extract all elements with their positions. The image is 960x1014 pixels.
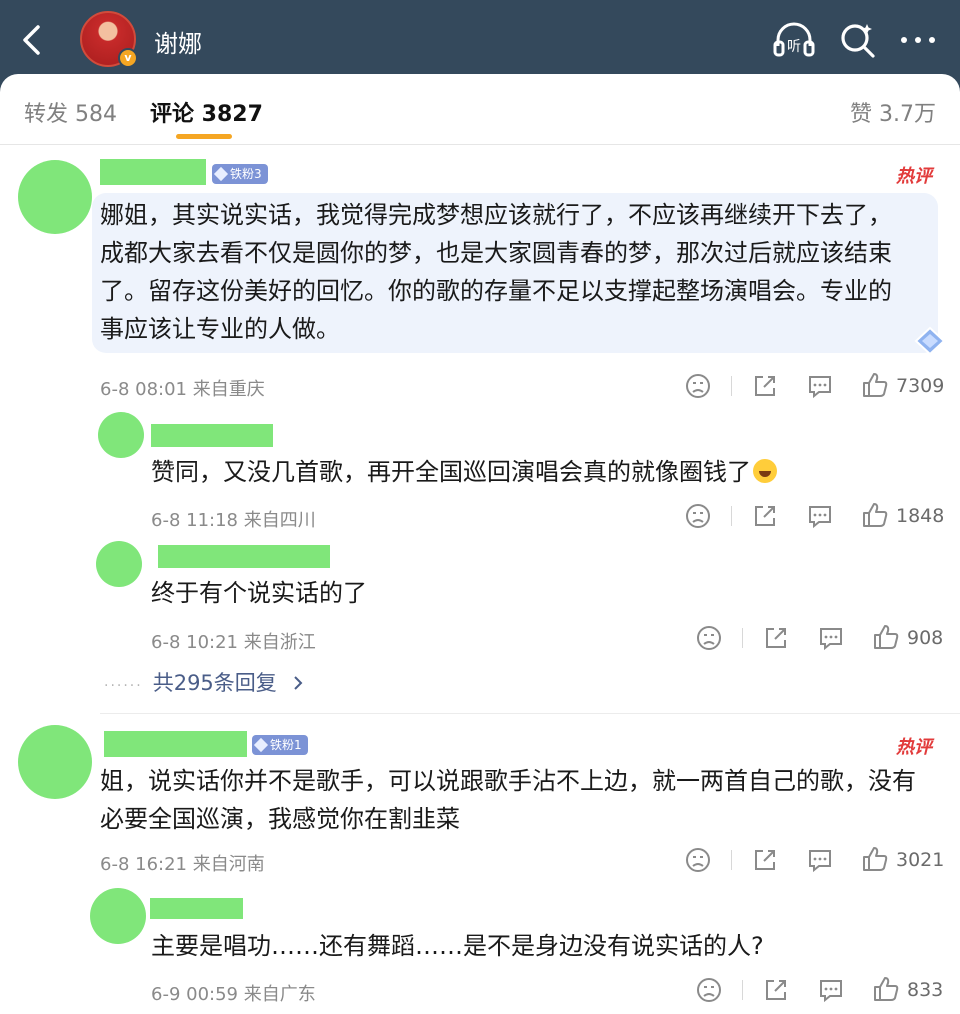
share-icon[interactable]: [750, 501, 780, 531]
gem-icon: [253, 737, 269, 753]
tab-reposts[interactable]: 转发 584: [24, 96, 117, 128]
like-count: 908: [907, 627, 944, 649]
reply-text: 终于有个说实话的了: [151, 579, 367, 607]
reply-text: 主要是唱功……还有舞蹈……是不是身边没有说实话的人?: [151, 932, 764, 960]
replier-name-redacted[interactable]: [150, 898, 243, 919]
replier-name-redacted[interactable]: [151, 424, 273, 447]
like-icon[interactable]: [860, 370, 890, 400]
divider: [742, 980, 743, 1000]
comment-meta: 6-8 08:01 来自重庆: [100, 379, 265, 400]
commenter-avatar[interactable]: [18, 160, 92, 234]
hot-comment-badge: 热评: [896, 737, 932, 758]
svg-text:听: 听: [787, 39, 801, 55]
comment-text: 娜姐，其实说实话，我觉得完成梦想应该就行了，不应该再继续开下去了，成都大家去看不…: [100, 201, 892, 343]
replier-avatar[interactable]: [96, 541, 142, 587]
back-icon[interactable]: [14, 22, 50, 58]
tab-comments[interactable]: 评论 3827: [150, 96, 263, 128]
like-icon[interactable]: [871, 974, 901, 1004]
like-count: 1848: [896, 505, 945, 527]
divider: [731, 376, 732, 396]
like-icon[interactable]: [860, 844, 890, 874]
more-replies-link[interactable]: ······ 共295条回复: [104, 667, 305, 697]
active-tab-indicator: [176, 134, 232, 139]
comment-text: 姐，说实话你并不是歌手，可以说跟歌手沾不上边，就一两首自己的歌，没有必要全国巡演…: [100, 767, 916, 833]
comment-icon[interactable]: [816, 623, 846, 653]
diamond-icon: [914, 326, 946, 356]
like-icon[interactable]: [871, 622, 901, 652]
like-icon[interactable]: [860, 500, 890, 530]
comment-icon[interactable]: [805, 845, 835, 875]
reply-meta: 6-8 11:18 来自四川: [151, 510, 316, 531]
commenter-name-redacted[interactable]: [100, 159, 206, 185]
fan-level-badge: 铁粉3: [212, 164, 268, 184]
reply-text: 赞同，又没几首歌，再开全国巡回演唱会真的就像圈钱了: [151, 453, 931, 491]
tab-bar: 转发 584 评论 3827 赞 3.7万: [0, 74, 960, 145]
comment-icon[interactable]: [805, 501, 835, 531]
tab-likes[interactable]: 赞 3.7万: [850, 96, 936, 128]
comment-icon[interactable]: [805, 371, 835, 401]
share-icon[interactable]: [761, 623, 791, 653]
divider: [731, 850, 732, 870]
dislike-icon[interactable]: [683, 845, 713, 875]
listen-icon[interactable]: 听: [772, 20, 816, 60]
author-name[interactable]: 谢娜: [154, 24, 202, 59]
dislike-icon[interactable]: [694, 975, 724, 1005]
dislike-icon[interactable]: [683, 371, 713, 401]
replier-name-redacted[interactable]: [158, 545, 330, 568]
divider: [731, 506, 732, 526]
like-count: 3021: [896, 849, 945, 871]
commenter-name-redacted[interactable]: [104, 731, 247, 757]
chevron-right-icon: [294, 676, 303, 690]
share-icon[interactable]: [750, 845, 780, 875]
gem-icon: [213, 166, 229, 182]
dislike-icon[interactable]: [694, 623, 724, 653]
reply-meta: 6-9 00:59 来自广东: [151, 984, 316, 1005]
like-count: 7309: [896, 375, 945, 397]
commenter-avatar[interactable]: [18, 725, 92, 799]
search-icon[interactable]: [838, 20, 878, 60]
share-icon[interactable]: [761, 975, 791, 1005]
comment-icon[interactable]: [816, 975, 846, 1005]
fan-level-badge: 铁粉1: [252, 735, 308, 755]
dislike-icon[interactable]: [683, 501, 713, 531]
share-icon[interactable]: [750, 371, 780, 401]
more-icon[interactable]: [896, 20, 940, 60]
reply-meta: 6-8 10:21 来自浙江: [151, 632, 316, 653]
verified-badge: v: [118, 48, 138, 68]
like-count: 833: [907, 979, 944, 1001]
laugh-cry-emoji-icon: [753, 459, 777, 483]
comment-separator: [100, 713, 960, 714]
replier-avatar[interactable]: [90, 888, 146, 944]
hot-comment-badge: 热评: [896, 166, 932, 187]
divider: [742, 628, 743, 648]
comment-meta: 6-8 16:21 来自河南: [100, 854, 265, 875]
replier-avatar[interactable]: [98, 412, 144, 458]
